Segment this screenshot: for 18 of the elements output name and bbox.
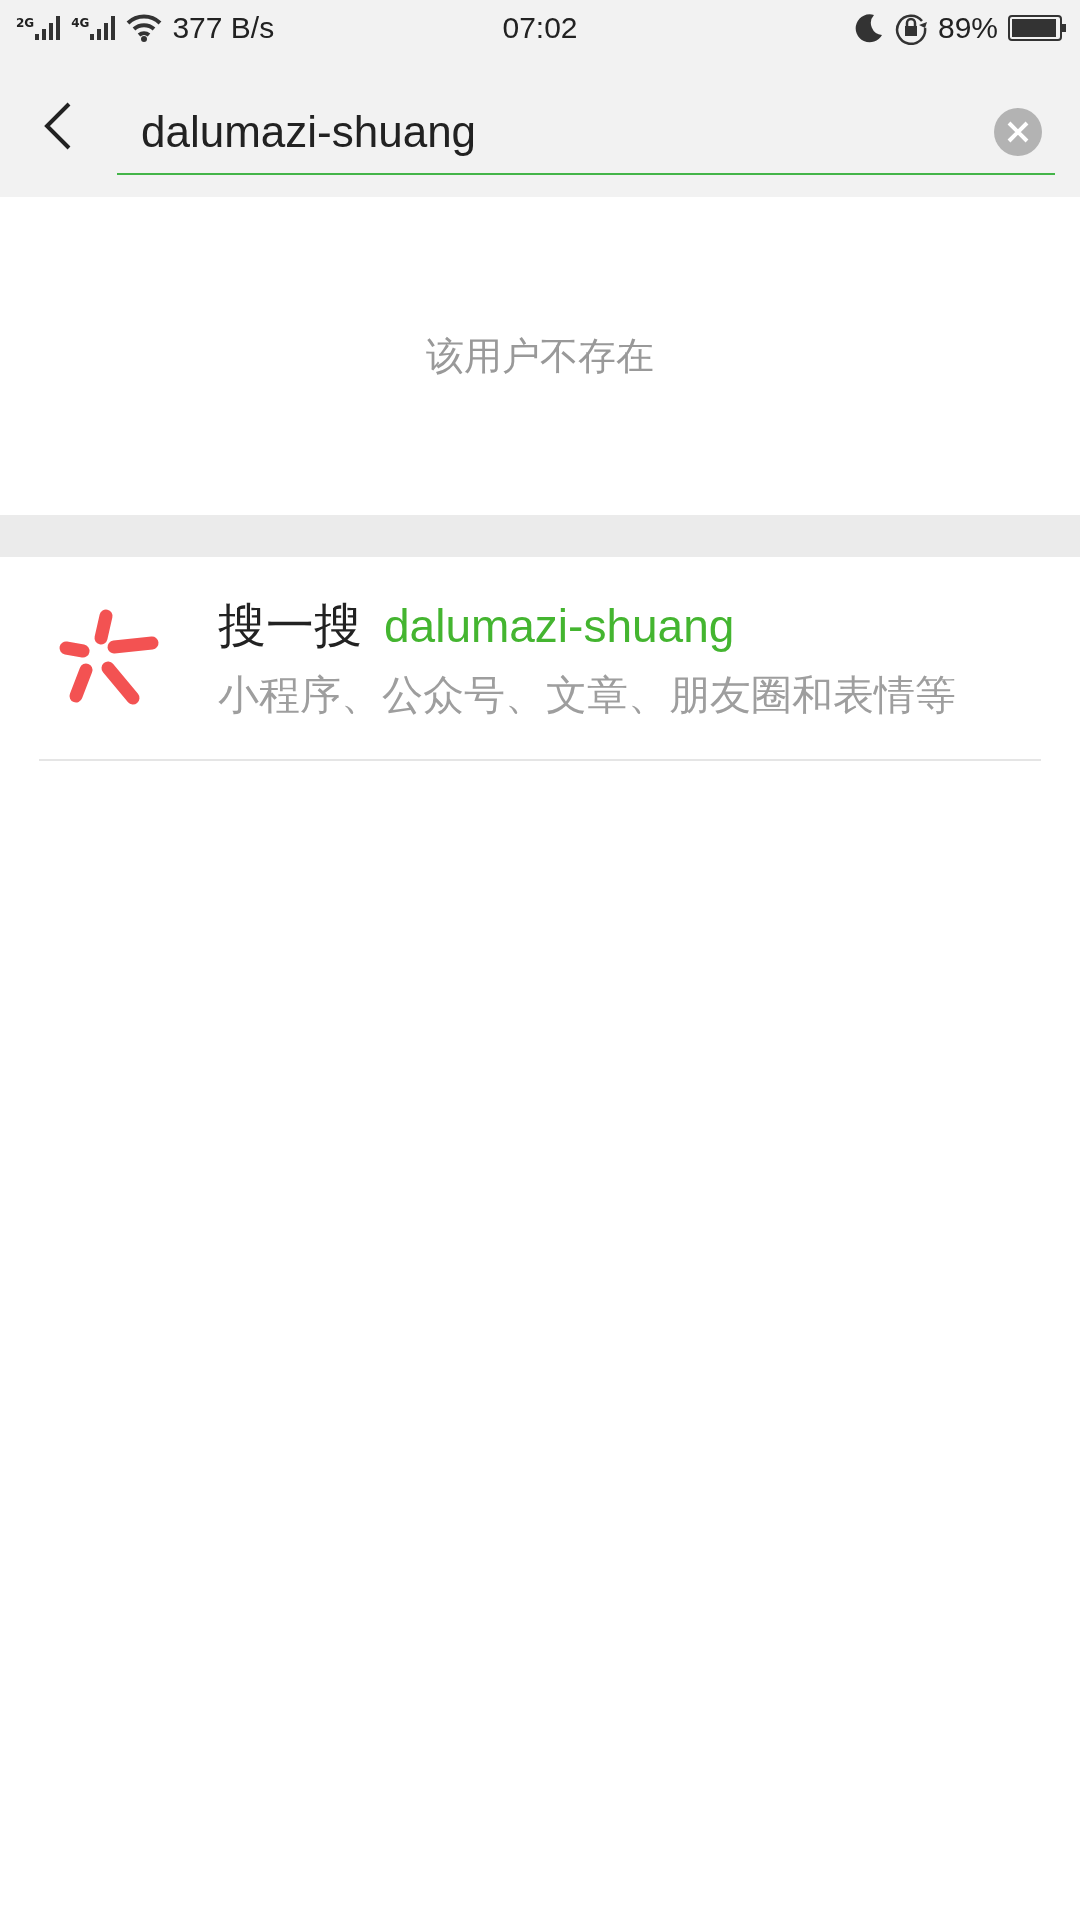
suggestion-subtitle: 小程序、公众号、文章、朋友圈和表情等 <box>218 669 956 721</box>
search-field[interactable]: dalumazi-shuang <box>117 91 1055 175</box>
search-query: dalumazi-shuang <box>384 598 735 653</box>
clock: 07:02 <box>501 10 579 45</box>
search-suggestion[interactable]: 搜一搜 dalumazi-shuang 小程序、公众号、文章、朋友圈和表情等 <box>0 557 1080 759</box>
not-found-message: 该用户不存在 <box>426 332 654 380</box>
search-input[interactable]: dalumazi-shuang <box>117 107 993 157</box>
back-icon[interactable] <box>43 101 73 151</box>
suggestion-label: 搜一搜 <box>218 595 362 655</box>
battery-icon <box>1008 14 1066 41</box>
signal-icon <box>35 15 62 40</box>
network-label: 4G <box>71 15 90 30</box>
network-label: 2G <box>16 15 35 30</box>
moon-icon <box>853 12 884 43</box>
signal-icon <box>90 15 117 40</box>
network-speed: 377 B/s <box>172 10 275 45</box>
wifi-icon <box>126 13 163 42</box>
battery-percent: 89% <box>937 10 998 45</box>
